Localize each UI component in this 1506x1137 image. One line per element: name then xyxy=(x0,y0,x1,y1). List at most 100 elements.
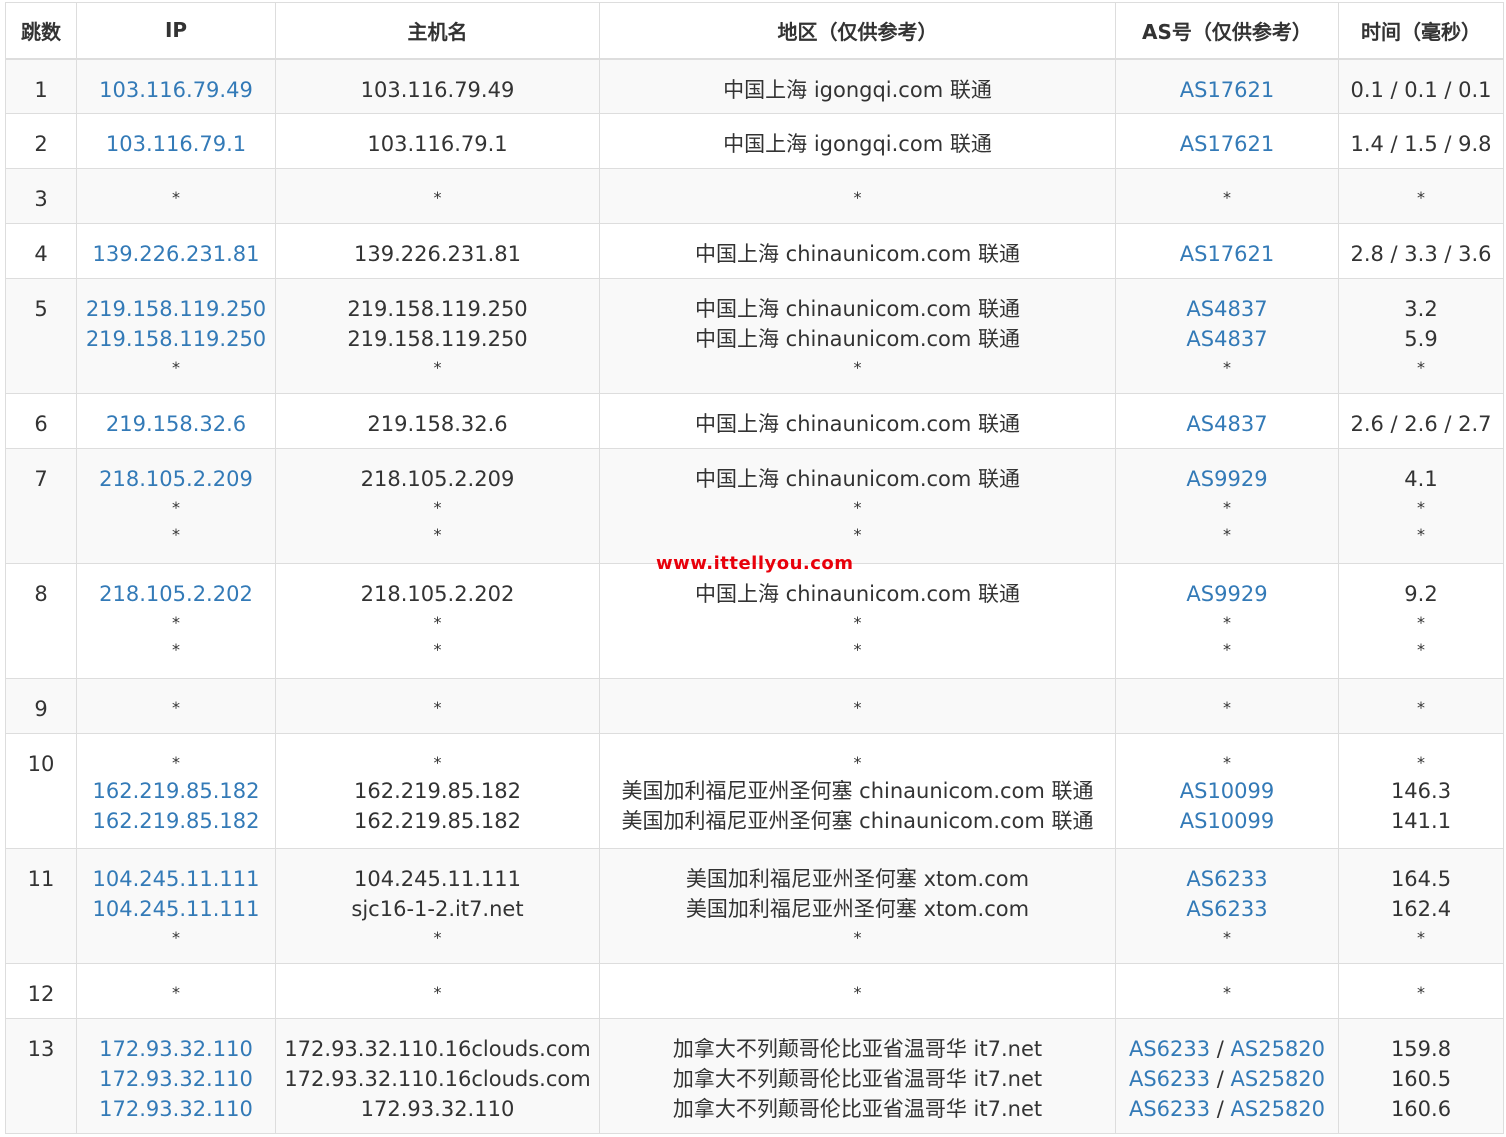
asn-link[interactable]: AS25820 xyxy=(1231,1037,1326,1061)
region-cell: 中国上海 chinaunicom.com 联通 xyxy=(599,223,1116,279)
hostname-cell: * xyxy=(275,678,600,734)
asn-empty: * xyxy=(1223,983,1231,1002)
table-row: 3 * * * * * xyxy=(5,168,1504,224)
hostname-line: 219.158.32.6 xyxy=(367,412,508,436)
hostname-line: * xyxy=(433,358,442,377)
ip-link[interactable]: 104.245.11.111 xyxy=(93,867,260,891)
hostname-cell: 219.158.119.250 219.158.119.250 * xyxy=(275,278,600,394)
asn-line: * xyxy=(1116,979,1338,1006)
ip-line: 219.158.119.250 xyxy=(77,294,275,324)
asn-link[interactable]: AS4837 xyxy=(1186,412,1267,436)
ip-link[interactable]: 162.219.85.182 xyxy=(93,779,260,803)
time-cell: * xyxy=(1338,963,1504,1019)
hostname-line: * xyxy=(433,640,442,659)
asn-link[interactable]: AS17621 xyxy=(1180,132,1275,156)
hostname-line: 219.158.119.250 xyxy=(347,297,528,321)
region-cell: 中国上海 chinaunicom.com 联通 中国上海 chinaunicom.… xyxy=(599,278,1116,394)
region-cell: * xyxy=(599,963,1116,1019)
ip-link[interactable]: 219.158.119.250 xyxy=(86,297,266,321)
ip-cell: * xyxy=(76,963,276,1019)
ip-link[interactable]: 104.245.11.111 xyxy=(93,897,260,921)
hostname-line: 162.219.85.182 xyxy=(354,809,521,833)
region-line: 美国加利福尼亚州圣何塞 xtom.com xyxy=(685,867,1030,891)
ip-line: 103.116.79.1 xyxy=(77,129,275,159)
asn-line: AS17621 xyxy=(1116,129,1338,159)
ip-link[interactable]: 218.105.2.202 xyxy=(99,582,253,606)
hop-number: 3 xyxy=(5,168,77,224)
ip-line: * xyxy=(172,188,180,207)
hostname-line: 219.158.119.250 xyxy=(347,327,528,351)
time-line: 164.5 xyxy=(1390,867,1452,891)
hostname-line: 172.93.32.110.16clouds.com xyxy=(284,1037,591,1061)
table-row: 4 139.226.231.81 139.226.231.81 中国上海 chinau… xyxy=(5,223,1504,279)
time-line: 160.5 xyxy=(1390,1067,1452,1091)
asn-empty: * xyxy=(1223,640,1231,659)
asn-link[interactable]: AS25820 xyxy=(1231,1097,1326,1121)
hostname-line: * xyxy=(433,613,442,632)
asn-link[interactable]: AS17621 xyxy=(1180,242,1275,266)
time-cell: 3.2 5.9 * xyxy=(1338,278,1504,394)
table-row: 8 218.105.2.202 * * 218.105.2.202 * * 中国上海 chin… xyxy=(5,563,1504,679)
region-line: 中国上海 chinaunicom.com 联通 xyxy=(694,582,1021,606)
asn-link[interactable]: AS17621 xyxy=(1180,78,1275,102)
asn-link[interactable]: AS4837 xyxy=(1186,327,1267,351)
asn-link[interactable]: AS9929 xyxy=(1186,467,1267,491)
hostname-cell: 104.245.11.111 sjc16-1-2.it7.net * xyxy=(275,848,600,964)
time-cell: 4.1 * * xyxy=(1338,448,1504,564)
asn-line: * xyxy=(1116,749,1338,776)
asn-link[interactable]: AS9929 xyxy=(1186,582,1267,606)
header-asn: AS号（仅供参考） xyxy=(1115,2,1339,60)
ip-line: 172.93.32.110 xyxy=(77,1064,275,1094)
asn-cell: * xyxy=(1115,678,1339,734)
asn-link[interactable]: AS6233 xyxy=(1129,1037,1210,1061)
region-line: 中国上海 chinaunicom.com 联通 xyxy=(694,297,1021,321)
asn-line: AS6233 / AS25820 xyxy=(1128,1097,1326,1121)
hop-number: 7 xyxy=(5,448,77,564)
ip-line: * xyxy=(172,525,180,544)
asn-link[interactable]: AS6233 xyxy=(1129,1067,1210,1091)
asn-link[interactable]: AS6233 xyxy=(1129,1097,1210,1121)
asn-line: AS10099 xyxy=(1116,776,1338,806)
region-line: * xyxy=(853,928,862,947)
asn-link[interactable]: AS6233 xyxy=(1186,867,1267,891)
asn-link[interactable]: AS4837 xyxy=(1186,297,1267,321)
asn-link[interactable]: AS10099 xyxy=(1180,779,1275,803)
ip-link[interactable]: 218.105.2.209 xyxy=(99,467,253,491)
time-cell: * 146.3 141.1 xyxy=(1338,733,1504,849)
ip-link[interactable]: 172.93.32.110 xyxy=(99,1037,253,1061)
ip-link[interactable]: 103.116.79.49 xyxy=(99,78,253,102)
hostname-cell: 103.116.79.1 xyxy=(275,113,600,169)
hop-number: 11 xyxy=(5,848,77,964)
time-line: 2.6 / 2.6 / 2.7 xyxy=(1350,412,1492,436)
ip-link[interactable]: 172.93.32.110 xyxy=(99,1097,253,1121)
hostname-cell: * 162.219.85.182 162.219.85.182 xyxy=(275,733,600,849)
asn-line: AS10099 xyxy=(1116,806,1338,836)
asn-link[interactable]: AS10099 xyxy=(1180,809,1275,833)
asn-line: AS4837 xyxy=(1116,409,1338,439)
asn-link[interactable]: AS25820 xyxy=(1231,1067,1326,1091)
ip-link[interactable]: 219.158.32.6 xyxy=(106,412,246,436)
region-line: 加拿大不列颠哥伦比亚省温哥华 it7.net xyxy=(672,1097,1043,1121)
region-line: 美国加利福尼亚州圣何塞 xtom.com xyxy=(685,897,1030,921)
ip-link[interactable]: 162.219.85.182 xyxy=(93,809,260,833)
time-line: 2.8 / 3.3 / 3.6 xyxy=(1350,242,1492,266)
hop-number: 6 xyxy=(5,393,77,449)
ip-line: 162.219.85.182 xyxy=(77,806,275,836)
asn-link[interactable]: AS6233 xyxy=(1186,897,1267,921)
ip-link[interactable]: 172.93.32.110 xyxy=(99,1067,253,1091)
time-line: * xyxy=(1417,613,1425,632)
ip-link[interactable]: 103.116.79.1 xyxy=(106,132,246,156)
region-cell: 中国上海 igongqi.com 联通 xyxy=(599,113,1116,169)
ip-line: 219.158.119.250 xyxy=(77,324,275,354)
time-cell: * xyxy=(1338,168,1504,224)
table-row: 1 103.116.79.49 103.116.79.49 中国上海 igongqi.… xyxy=(5,58,1504,114)
header-region: 地区（仅供参考） xyxy=(599,2,1116,60)
asn-line: AS17621 xyxy=(1116,239,1338,269)
ip-line: 218.105.2.202 xyxy=(77,579,275,609)
time-line: 1.4 / 1.5 / 9.8 xyxy=(1350,132,1492,156)
time-line: * xyxy=(1417,698,1425,717)
table-header-row: 跳数 IP 主机名 地区（仅供参考） AS号（仅供参考） 时间（毫秒） xyxy=(5,2,1504,60)
ip-cell: 219.158.119.250 219.158.119.250 * xyxy=(76,278,276,394)
ip-link[interactable]: 219.158.119.250 xyxy=(86,327,266,351)
ip-link[interactable]: 139.226.231.81 xyxy=(93,242,260,266)
